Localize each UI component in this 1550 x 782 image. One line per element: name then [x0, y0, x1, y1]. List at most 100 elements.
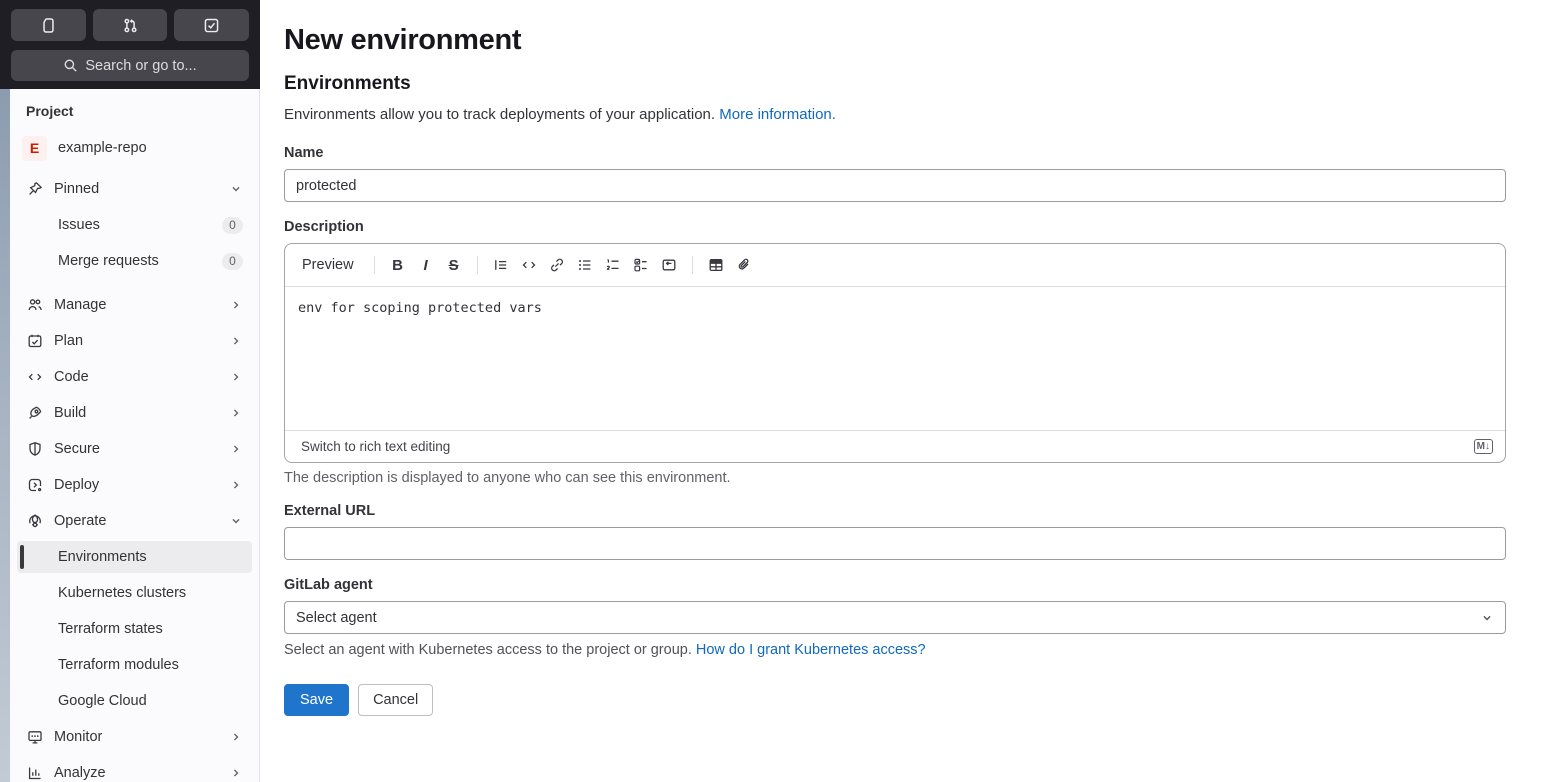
environments-label: Environments: [58, 549, 147, 565]
calendar-icon: [26, 333, 43, 350]
agent-select[interactable]: Select agent: [284, 601, 1506, 634]
merge-requests-label: Merge requests: [58, 253, 159, 269]
chevron-right-icon: [229, 334, 243, 348]
sidebar-item-issues[interactable]: Issues 0: [17, 209, 252, 241]
sidebar-section-title: Project: [26, 103, 74, 119]
sidebar-item-deploy[interactable]: Deploy: [17, 469, 252, 501]
form-actions: Save Cancel: [284, 684, 1506, 716]
strikethrough-button[interactable]: S: [441, 252, 467, 278]
bold-icon: B: [392, 256, 403, 274]
numbered-list-icon: [605, 257, 621, 273]
table-icon: [708, 257, 724, 273]
chevron-right-icon: [229, 406, 243, 420]
name-input[interactable]: [284, 169, 1506, 202]
collapsible-section-button[interactable]: [656, 252, 682, 278]
todo-shortcut-button[interactable]: [174, 9, 250, 41]
analyze-label: Analyze: [54, 765, 106, 781]
search-icon: [63, 58, 78, 73]
markdown-icon[interactable]: M↓: [1473, 439, 1493, 454]
attach-file-button[interactable]: [731, 252, 757, 278]
agent-select-value: Select agent: [296, 609, 377, 626]
agent-help-text: Select an agent with Kubernetes access t…: [284, 642, 926, 658]
bold-button[interactable]: B: [385, 252, 411, 278]
markdown-toolbar: Preview B I S: [285, 244, 1505, 287]
sidebar-item-code[interactable]: Code: [17, 361, 252, 393]
sidebar-item-kubernetes-clusters[interactable]: Kubernetes clusters: [17, 577, 252, 609]
quote-icon: [493, 257, 509, 273]
sidebar-item-build[interactable]: Build: [17, 397, 252, 429]
pin-icon: [26, 181, 43, 198]
insert-code-button[interactable]: [516, 252, 542, 278]
sidebar-item-merge-requests[interactable]: Merge requests 0: [17, 245, 252, 277]
intro-text: Environments allow you to track deployme…: [284, 106, 836, 123]
sidebar-item-terraform-modules[interactable]: Terraform modules: [17, 649, 252, 681]
cancel-button[interactable]: Cancel: [358, 684, 434, 716]
chevron-right-icon: [229, 478, 243, 492]
preview-button[interactable]: Preview: [296, 253, 364, 277]
external-url-label: External URL: [284, 503, 376, 519]
sidebar-item-analyze[interactable]: Analyze: [17, 757, 252, 782]
search-button[interactable]: Search or go to...: [11, 50, 249, 81]
monitor-icon: [26, 729, 43, 746]
deploy-icon: [26, 477, 43, 494]
users-icon: [26, 297, 43, 314]
chevron-down-icon: [1480, 611, 1494, 625]
gitlab-agent-label: GitLab agent: [284, 577, 373, 593]
kubernetes-clusters-label: Kubernetes clusters: [58, 585, 187, 601]
sidebar-item-plan[interactable]: Plan: [17, 325, 252, 357]
sidebar-item-project[interactable]: E example-repo: [17, 129, 252, 167]
sidebar-header: Search or go to...: [0, 0, 260, 89]
project-avatar: E: [22, 135, 47, 161]
link-icon: [549, 257, 565, 273]
bullet-list-button[interactable]: [572, 252, 598, 278]
sidebar-item-google-cloud[interactable]: Google Cloud: [17, 685, 252, 717]
sidebar-item-pinned[interactable]: Pinned: [17, 173, 252, 205]
name-field-group: Name: [284, 145, 1506, 202]
switch-rich-text-button[interactable]: Switch to rich text editing: [297, 437, 454, 456]
window-edge-strip: [0, 89, 10, 782]
merge-requests-shortcut-button[interactable]: [92, 9, 168, 41]
operate-label: Operate: [54, 513, 107, 529]
project-name: example-repo: [58, 140, 147, 156]
issues-label: Issues: [58, 217, 100, 233]
super-sidebar: Search or go to... Project E example-rep…: [0, 0, 260, 782]
sidebar-nav: Project E example-repo Pinned Issues 0 M…: [10, 89, 260, 782]
toolbar-divider: [373, 256, 375, 274]
search-label: Search or go to...: [85, 57, 197, 74]
issues-shortcut-button[interactable]: [11, 9, 86, 41]
merge-requests-count-badge: 0: [222, 252, 243, 270]
plan-label: Plan: [54, 333, 84, 349]
chevron-right-icon: [229, 730, 243, 744]
italic-button[interactable]: I: [413, 252, 439, 278]
gitlab-agent-field-group: GitLab agent Select agent Select an agen…: [284, 577, 1506, 658]
toolbar-divider: [691, 256, 693, 274]
environments-heading: Environments: [284, 73, 411, 94]
sidebar-item-manage[interactable]: Manage: [17, 289, 252, 321]
deploy-label: Deploy: [54, 477, 100, 493]
insert-table-button[interactable]: [703, 252, 729, 278]
bullet-list-icon: [577, 257, 593, 273]
kubernetes-access-link[interactable]: How do I grant Kubernetes access?: [696, 642, 926, 658]
more-information-link[interactable]: More information.: [719, 106, 836, 123]
build-label: Build: [54, 405, 87, 421]
external-url-input[interactable]: [284, 527, 1506, 560]
operate-icon: [26, 513, 43, 530]
quote-button[interactable]: [488, 252, 514, 278]
sidebar-item-terraform-states[interactable]: Terraform states: [17, 613, 252, 645]
chevron-right-icon: [229, 370, 243, 384]
markdown-editor: Preview B I S env for scoping protected …: [284, 243, 1506, 463]
numbered-list-button[interactable]: [600, 252, 626, 278]
save-button[interactable]: Save: [284, 684, 350, 716]
sidebar-item-environments[interactable]: Environments: [17, 541, 252, 573]
chevron-down-icon: [229, 514, 243, 528]
sidebar-item-monitor[interactable]: Monitor: [17, 721, 252, 753]
sidebar-item-secure[interactable]: Secure: [17, 433, 252, 465]
analyze-icon: [26, 765, 43, 782]
code-icon: [521, 257, 537, 273]
sidebar-item-operate[interactable]: Operate: [17, 505, 252, 537]
description-textarea[interactable]: env for scoping protected vars: [285, 287, 1505, 430]
task-list-button[interactable]: [628, 252, 654, 278]
description-help-text: The description is displayed to anyone w…: [284, 470, 731, 486]
description-field-group: Description Preview B I S env for scopin…: [284, 219, 1506, 486]
insert-link-button[interactable]: [544, 252, 570, 278]
